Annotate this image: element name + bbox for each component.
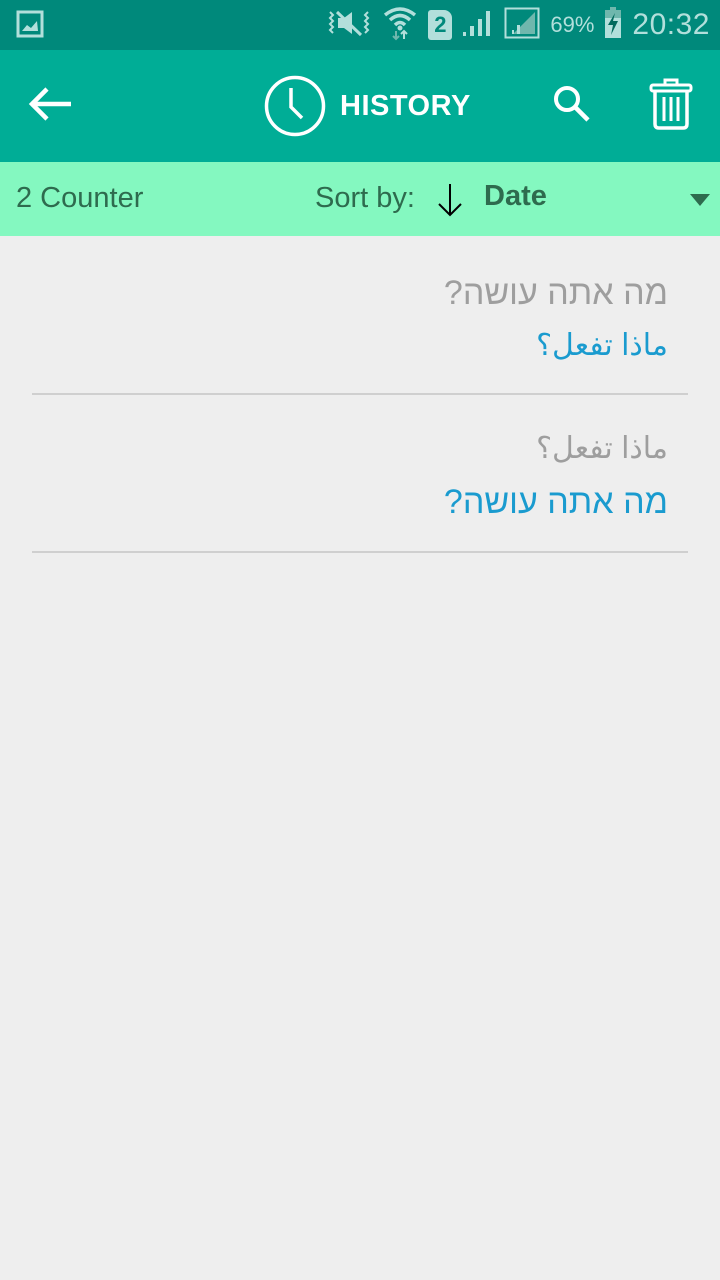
arrow-down-icon bbox=[436, 184, 464, 222]
vibrate-mute-icon bbox=[326, 8, 372, 43]
status-bar: 2 69% 20:32 bbox=[0, 0, 720, 50]
history-counter: 2 Counter bbox=[16, 182, 144, 214]
arrow-left-icon bbox=[27, 86, 73, 127]
delete-history-button[interactable] bbox=[642, 76, 700, 136]
sim-2-icon: 2 bbox=[428, 10, 453, 40]
signal-sim2-icon bbox=[504, 7, 540, 44]
trash-icon bbox=[649, 78, 693, 135]
search-button[interactable] bbox=[546, 80, 598, 132]
status-icons: 2 69% 20:32 bbox=[326, 0, 710, 50]
back-button[interactable] bbox=[22, 80, 78, 132]
wifi-icon bbox=[382, 5, 418, 46]
page-title: HISTORY bbox=[340, 89, 471, 122]
sort-bar: 2 Counter Sort by: Date bbox=[0, 162, 720, 236]
signal-icon bbox=[462, 8, 494, 43]
history-list: מה אתה עושה? ماذا تفعل؟ ماذا تفعل؟ מה את… bbox=[0, 236, 720, 553]
toolbar-title-group: HISTORY bbox=[264, 74, 471, 138]
source-text: ماذا تفعل؟ bbox=[536, 432, 668, 465]
sort-direction-toggle[interactable] bbox=[436, 182, 464, 218]
translation-text: מה אתה עושה? bbox=[443, 483, 668, 521]
translation-text: ماذا تفعل؟ bbox=[536, 329, 668, 362]
app-toolbar: HISTORY bbox=[0, 50, 720, 162]
clock-icon bbox=[264, 75, 326, 137]
battery-charging-icon bbox=[604, 6, 622, 44]
source-text: מה אתה עושה? bbox=[443, 274, 668, 312]
dropdown-caret-icon[interactable] bbox=[690, 194, 710, 206]
search-icon bbox=[552, 84, 592, 129]
gallery-notification-icon bbox=[16, 10, 44, 38]
sort-field-dropdown[interactable]: Date bbox=[484, 180, 547, 213]
history-item[interactable]: ماذا تفعل؟ מה אתה עושה? bbox=[32, 395, 688, 553]
sort-by-label: Sort by: bbox=[315, 182, 415, 214]
clock-time: 20:32 bbox=[632, 8, 710, 41]
history-item[interactable]: מה אתה עושה? ماذا تفعل؟ bbox=[32, 236, 688, 395]
battery-percent: 69% bbox=[550, 12, 595, 37]
